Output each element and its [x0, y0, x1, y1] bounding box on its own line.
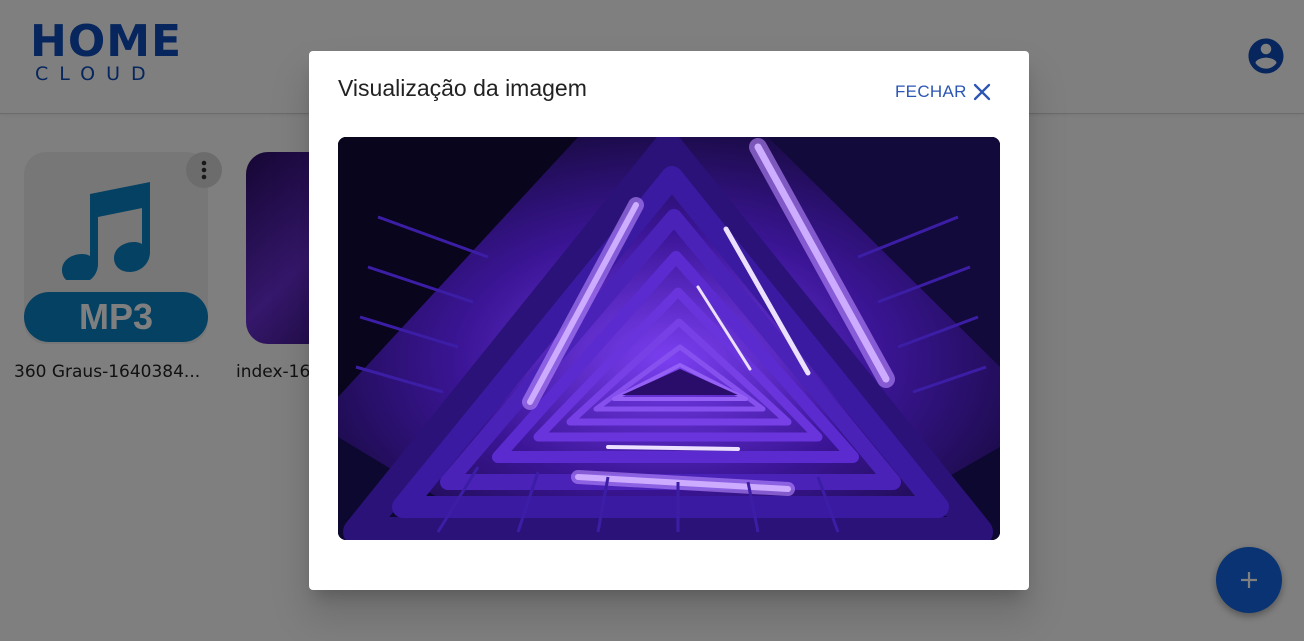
image-preview: [338, 137, 1000, 540]
dialog-title: Visualização da imagem: [338, 75, 587, 101]
image-preview-dialog: Visualização da imagem FECHAR: [309, 51, 1029, 590]
close-button-label: FECHAR: [895, 82, 967, 101]
close-icon: [973, 83, 990, 101]
neon-staircase-photo: [338, 137, 1000, 540]
close-button[interactable]: FECHAR: [895, 77, 991, 107]
